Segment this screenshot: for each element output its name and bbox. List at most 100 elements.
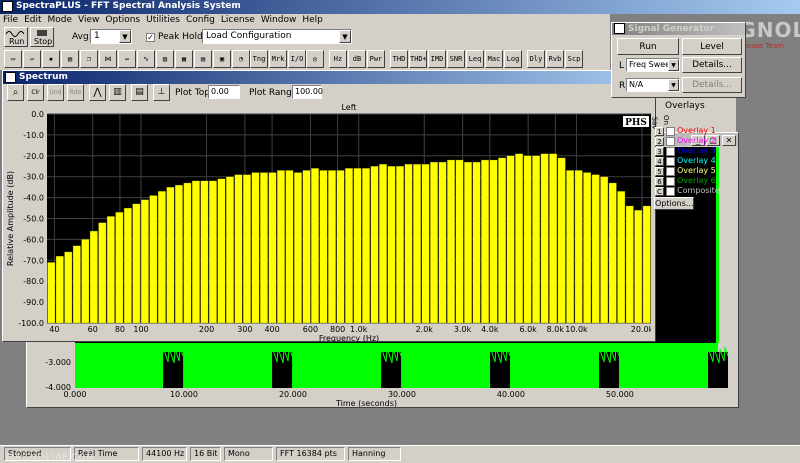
tool-pwr-button[interactable]: Pwr: [367, 50, 385, 68]
meter-icon[interactable]: ◔: [232, 50, 250, 68]
x-tick-label: 6.0k: [519, 325, 537, 334]
spectrum-bar: [642, 205, 651, 324]
overlay-save-button[interactable]: 1: [655, 127, 664, 136]
overlay-checkbox[interactable]: [666, 177, 675, 186]
undo-icon[interactable]: Und: [47, 84, 64, 101]
plot-icon[interactable]: ▣: [213, 50, 231, 68]
peak-hold-checkbox[interactable]: ✓: [146, 33, 155, 42]
tool-leq-button[interactable]: Leq: [466, 50, 484, 68]
generator-level-button[interactable]: Level: [682, 38, 742, 55]
spectrum-bar: [47, 262, 56, 324]
avg-select[interactable]: 1 ▼: [90, 29, 132, 44]
chevron-down-icon[interactable]: ▼: [119, 30, 131, 43]
overlay-checkbox[interactable]: [666, 137, 675, 146]
save-icon[interactable]: ▪: [42, 50, 60, 68]
tool-io-button[interactable]: I/O: [288, 50, 306, 68]
bar-graph-icon[interactable]: ▥: [109, 84, 126, 101]
generator-run-button[interactable]: Run: [617, 38, 679, 55]
overlay-save-button[interactable]: 6: [655, 177, 664, 186]
table-icon[interactable]: ▤: [194, 50, 212, 68]
overlay-save-button[interactable]: 2: [655, 137, 664, 146]
tool-rvb-button[interactable]: Rvb: [546, 50, 564, 68]
overlay-checkbox[interactable]: [666, 187, 675, 196]
menu-license[interactable]: License: [218, 14, 258, 26]
channel-r-details-button[interactable]: Details...: [682, 77, 742, 93]
x-tick-label: 20.0k: [631, 325, 651, 334]
overlay-checkbox[interactable]: [666, 157, 675, 166]
signal-generator-title-bar[interactable]: Signal Generator: [612, 23, 745, 35]
chevron-down-icon[interactable]: ▼: [668, 59, 679, 71]
overlay-checkbox[interactable]: [666, 127, 675, 136]
tool-dly-button[interactable]: Dly: [527, 50, 545, 68]
overlay-checkbox[interactable]: [666, 147, 675, 156]
line-graph-icon[interactable]: ⋀: [89, 84, 106, 101]
wave-icon[interactable]: ∿: [137, 50, 155, 68]
spectrum-bar: [438, 161, 447, 324]
tool-log-button[interactable]: Log: [504, 50, 522, 68]
tool-snr-button[interactable]: SNR: [447, 50, 465, 68]
menu-view[interactable]: View: [75, 14, 102, 26]
overlay-save-button[interactable]: 4: [655, 157, 664, 166]
stop-button[interactable]: Stop: [30, 27, 54, 47]
filter-icon[interactable]: ⋈: [99, 50, 117, 68]
oscilloscope-icon[interactable]: ◎: [306, 50, 324, 68]
spectrum-title-bar[interactable]: Spectrum: [3, 71, 655, 84]
run-button[interactable]: Run: [4, 27, 28, 47]
menu-mode[interactable]: Mode: [45, 14, 76, 26]
tool-thdn-button[interactable]: THD+N: [409, 50, 427, 68]
overlay-save-button[interactable]: C: [655, 187, 664, 196]
spectrum-bar: [157, 191, 166, 324]
redo-icon[interactable]: Rdo: [67, 84, 84, 101]
overlay-save-button[interactable]: 3: [655, 147, 664, 156]
spectrum-bar: [404, 164, 413, 324]
menu-utilities[interactable]: Utilities: [143, 14, 183, 26]
chevron-down-icon[interactable]: ▼: [339, 30, 351, 43]
overlays-options-button[interactable]: Options...: [654, 197, 694, 210]
plot-top-input[interactable]: 0.00: [208, 85, 240, 99]
tool-hz-button[interactable]: Hz: [329, 50, 347, 68]
tool-mrk-button[interactable]: Mrk: [269, 50, 287, 68]
clear-icon[interactable]: Clr: [27, 84, 44, 101]
chevron-down-icon[interactable]: ▼: [668, 79, 679, 91]
menu-edit[interactable]: Edit: [21, 14, 44, 26]
sweep-icon[interactable]: ↭: [118, 50, 136, 68]
spectrum-bar: [294, 172, 302, 324]
overlay-checkbox[interactable]: [666, 167, 675, 176]
menu-window[interactable]: Window: [258, 14, 300, 26]
close-button[interactable]: ✕: [722, 135, 736, 146]
app-title-bar[interactable]: SpectraPLUS - FFT Spectral Analysis Syst…: [0, 0, 800, 14]
channel-r-select[interactable]: N/A ▼: [626, 78, 680, 92]
menu-help[interactable]: Help: [299, 14, 326, 26]
tool-imd-button[interactable]: IMD: [428, 50, 446, 68]
spectrum-bar: [328, 170, 336, 324]
plot-range-input[interactable]: 100.00: [292, 85, 323, 99]
spectrogram-icon[interactable]: ▥: [156, 50, 174, 68]
chart-icon[interactable]: ▦: [175, 50, 193, 68]
phs-badge-label: PHS: [625, 118, 647, 128]
tool-thd-button[interactable]: THD: [390, 50, 408, 68]
x-tick-label: 50.000: [606, 390, 634, 399]
x-tick-label: 40: [49, 325, 59, 334]
tool-tng-button[interactable]: Tng: [250, 50, 268, 68]
menu-options[interactable]: Options: [102, 14, 143, 26]
config-select[interactable]: Load Configuration ▼: [202, 29, 352, 44]
new-file-icon[interactable]: ▭: [4, 50, 22, 68]
channel-l-select[interactable]: Freq Sweep ▼: [626, 58, 680, 72]
menu-config[interactable]: Config: [183, 14, 218, 26]
print-icon[interactable]: ▤: [61, 50, 79, 68]
x-tick-label: 30.000: [388, 390, 416, 399]
spectrum-bar: [345, 168, 353, 324]
channel-l-details-button[interactable]: Details...: [682, 57, 742, 73]
cursor-icon[interactable]: ⊥: [153, 84, 170, 101]
open-file-icon[interactable]: ▱: [23, 50, 41, 68]
copy-icon[interactable]: ❐: [80, 50, 98, 68]
properties-icon[interactable]: ▤: [131, 84, 148, 101]
overlay-label: Overlay 3: [677, 146, 716, 155]
overlay-save-button[interactable]: 5: [655, 167, 664, 176]
signal-generator-window: Signal Generator Run Level L Freq Sweep …: [611, 22, 746, 98]
tool-mac-button[interactable]: Mac: [485, 50, 503, 68]
zoom-icon[interactable]: ⌕: [7, 84, 24, 101]
tool-scp-button[interactable]: Scp: [565, 50, 583, 68]
menu-file[interactable]: File: [0, 14, 21, 26]
tool-db-button[interactable]: dB: [348, 50, 366, 68]
